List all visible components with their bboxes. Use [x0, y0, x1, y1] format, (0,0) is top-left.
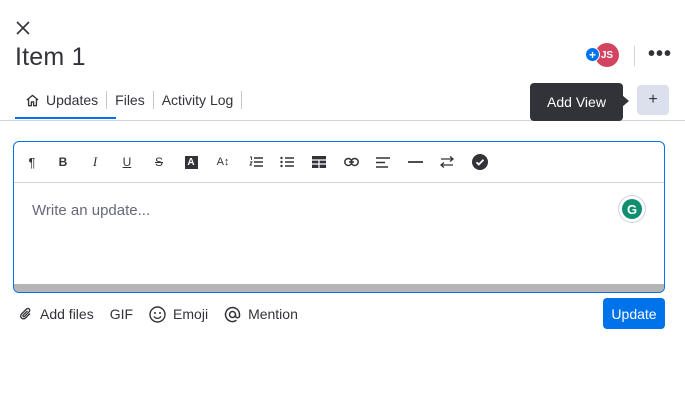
close-icon[interactable]	[14, 19, 32, 37]
paragraph-icon[interactable]: ¶	[22, 152, 42, 172]
tab-label: Files	[115, 92, 145, 108]
emoji-button[interactable]: Emoji	[149, 305, 209, 323]
emoji-label: Emoji	[173, 306, 209, 322]
mention-button[interactable]: Mention	[224, 306, 298, 323]
active-tab-indicator	[15, 117, 116, 119]
tab-label: Updates	[46, 92, 99, 108]
tooltip-arrow	[622, 95, 629, 107]
text-color-icon[interactable]: A	[181, 152, 201, 172]
page-title[interactable]: Item 1	[15, 43, 86, 72]
bold-icon[interactable]: B	[53, 152, 73, 172]
add-subscriber-icon[interactable]: +	[585, 47, 600, 62]
strikethrough-icon[interactable]: S	[149, 152, 169, 172]
mention-label: Mention	[248, 306, 298, 322]
link-icon[interactable]	[341, 152, 361, 172]
checklist-icon[interactable]	[470, 152, 490, 172]
subscribers[interactable]: JS +	[585, 43, 619, 69]
align-icon[interactable]	[373, 152, 393, 172]
header-divider	[634, 46, 635, 66]
tab-files[interactable]: Files	[107, 88, 153, 112]
more-options-icon[interactable]: •••	[648, 44, 672, 64]
table-icon[interactable]	[309, 152, 329, 172]
home-icon	[25, 93, 40, 108]
gif-label: GIF	[109, 306, 134, 322]
add-files-label: Add files	[40, 306, 94, 322]
update-button[interactable]: Update	[603, 298, 665, 329]
text-color-glyph: A	[184, 155, 198, 169]
horizontal-scrollbar[interactable]	[14, 284, 664, 292]
font-size-icon[interactable]: A↕	[213, 152, 233, 172]
gif-button[interactable]: GIF	[110, 306, 133, 322]
add-view-button[interactable]: +	[637, 85, 669, 115]
italic-icon[interactable]: I	[85, 152, 105, 172]
add-files-button[interactable]: Add files	[19, 306, 94, 322]
update-input-placeholder[interactable]: Write an update...	[32, 202, 150, 219]
divider-icon[interactable]	[405, 152, 425, 172]
tab-divider	[241, 91, 243, 109]
direction-icon[interactable]	[437, 152, 457, 172]
tab-bar: Updates Files Activity Log	[15, 88, 243, 120]
at-icon	[224, 306, 241, 323]
smiley-icon	[149, 305, 166, 323]
add-view-tooltip: Add View	[530, 83, 623, 121]
update-editor[interactable]: ¶ B I U S A A↕ Write an update... G	[13, 141, 665, 293]
underline-icon[interactable]: U	[117, 152, 137, 172]
tab-activity-log[interactable]: Activity Log	[154, 88, 242, 112]
tab-updates[interactable]: Updates	[15, 88, 106, 112]
editor-actions: Add files GIF Emoji Mention	[19, 303, 314, 325]
tab-label: Activity Log	[161, 92, 234, 108]
paperclip-icon	[19, 306, 33, 322]
grammarly-letter: G	[622, 199, 642, 219]
editor-toolbar: ¶ B I U S A A↕	[14, 142, 664, 183]
numbered-list-icon[interactable]	[246, 152, 266, 172]
grammarly-icon[interactable]: G	[619, 196, 645, 222]
bullet-list-icon[interactable]	[277, 152, 297, 172]
